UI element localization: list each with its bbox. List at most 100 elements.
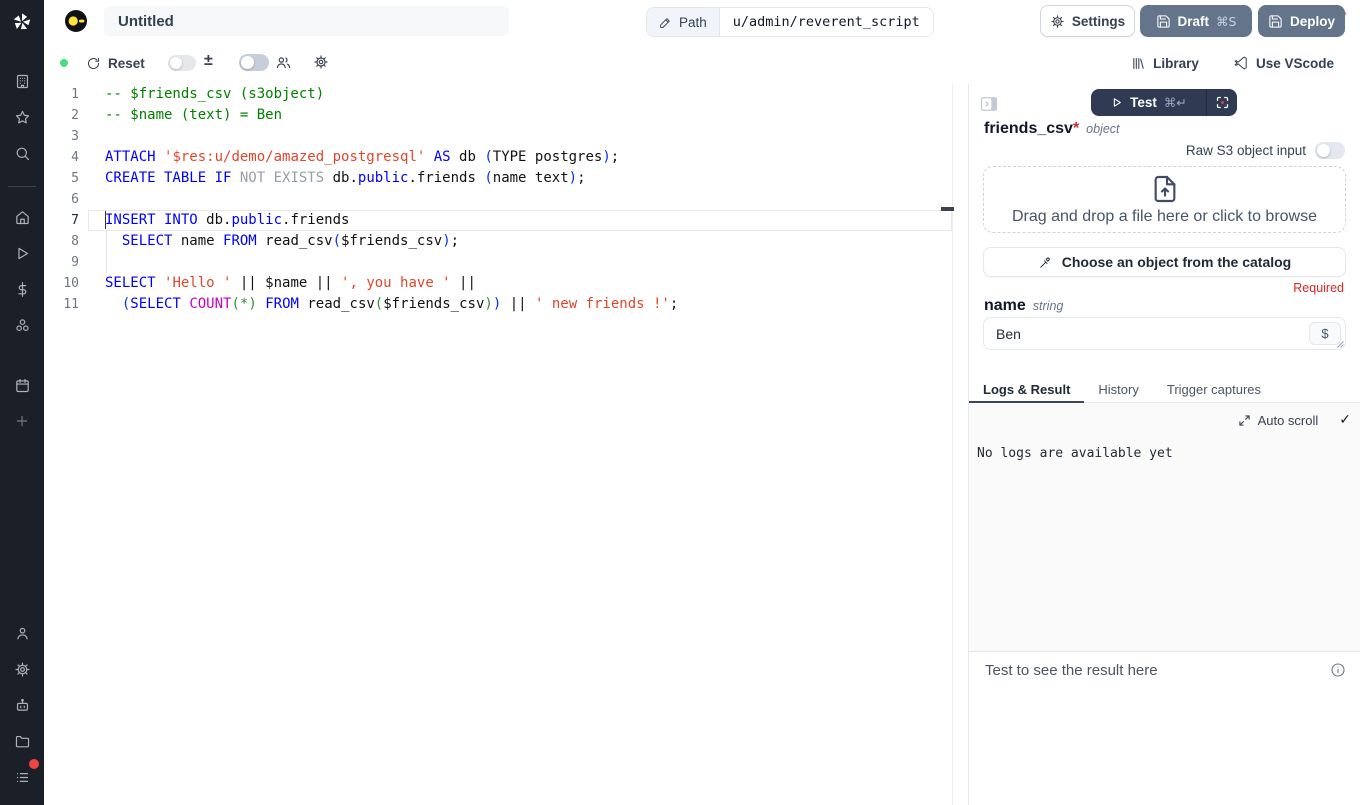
code-line[interactable]: 5CREATE TABLE IF NOT EXISTS db.public.fr…: [44, 168, 952, 189]
toolbar-right: Library Use VScode: [1131, 52, 1334, 74]
code-line[interactable]: 10SELECT 'Hello ' || $name || ', you hav…: [44, 273, 952, 294]
code-line[interactable]: 3: [44, 126, 952, 147]
result-tabs: Logs & ResultHistoryTrigger captures: [969, 377, 1360, 403]
script-title-field[interactable]: Untitled: [104, 6, 509, 36]
capture-button[interactable]: [1206, 89, 1237, 116]
folder-icon: [14, 733, 31, 750]
script-path[interactable]: u/admin/reverent_script: [720, 8, 933, 36]
draft-button[interactable]: Draft ⌘S: [1140, 5, 1252, 37]
code-line[interactable]: 8 SELECT name FROM read_csv($friends_csv…: [44, 231, 952, 252]
sidebar-item-folders[interactable]: [0, 723, 44, 759]
code-line[interactable]: 9: [44, 252, 952, 273]
gear-icon: [1050, 14, 1065, 29]
code-line[interactable]: 6: [44, 189, 952, 210]
auto-scroll-control[interactable]: Auto scroll ✓: [1238, 412, 1351, 428]
overview-ruler-cursor-mark: [941, 207, 954, 211]
info-icon[interactable]: [1330, 662, 1346, 678]
code-line[interactable]: 7INSERT INTO db.public.friends: [44, 210, 952, 231]
sidebar-item-home[interactable]: [0, 199, 44, 235]
arg-type: string: [1033, 299, 1064, 313]
auto-scroll-label: Auto scroll: [1258, 413, 1319, 428]
pipette-icon: [1038, 255, 1053, 270]
sidebar-item-favorites[interactable]: [0, 99, 44, 135]
line-number: 7: [44, 210, 88, 231]
tab-trigger-captures[interactable]: Trigger captures: [1153, 377, 1275, 403]
use-vscode-button[interactable]: Use VScode: [1233, 55, 1334, 71]
app-logo[interactable]: [0, 0, 44, 44]
name-input[interactable]: [984, 318, 1345, 349]
expand-icon: [1238, 414, 1251, 427]
test-button[interactable]: Test ⌘↵: [1091, 89, 1206, 116]
arg-name-header: name string: [984, 297, 1063, 315]
tab-history[interactable]: History: [1084, 377, 1152, 403]
gear-icon[interactable]: [313, 54, 329, 70]
plus-icon: [14, 413, 30, 429]
windmill-script-editor: Untitled Path u/admin/reverent_script Se…: [0, 0, 1360, 805]
diff-toggle[interactable]: [168, 55, 196, 71]
sidebar-item-create-new[interactable]: [0, 403, 44, 439]
code-line[interactable]: 2-- $name (text) = Ben: [44, 105, 952, 126]
result-placeholder: Test to see the result here: [985, 662, 1330, 679]
settings-button[interactable]: Settings: [1040, 5, 1135, 37]
use-vscode-label: Use VScode: [1256, 56, 1334, 71]
collapse-panel-button[interactable]: [979, 94, 999, 114]
resize-handle-icon[interactable]: [1335, 339, 1344, 348]
calendar-icon: [14, 377, 31, 394]
pencil-icon: [659, 16, 672, 29]
settings-label: Settings: [1072, 14, 1125, 29]
code-line[interactable]: 1-- $friends_csv (s3object): [44, 84, 952, 105]
reset-button[interactable]: Reset: [86, 52, 145, 74]
deploy-label: Deploy: [1290, 14, 1335, 29]
code-line[interactable]: 11 (SELECT COUNT(*) FROM read_csv($frien…: [44, 294, 952, 315]
multiplayer-toggle[interactable]: [239, 54, 269, 71]
deploy-button[interactable]: Deploy: [1258, 5, 1345, 37]
sidebar-item-ai-assistant[interactable]: [0, 687, 44, 723]
required-note: Required: [1293, 281, 1344, 295]
resources-icon: [14, 317, 31, 334]
save-icon: [1268, 14, 1283, 29]
path-group: Path u/admin/reverent_script: [646, 7, 934, 37]
home-icon: [14, 209, 31, 226]
capture-icon: [1215, 95, 1230, 110]
file-dropzone[interactable]: Drag and drop a file here or click to br…: [983, 166, 1346, 233]
arg-type: object: [1086, 122, 1119, 136]
robot-icon: [14, 697, 31, 714]
sidebar-item-variables[interactable]: [0, 271, 44, 307]
user-icon: [14, 625, 31, 642]
status-dot: [60, 59, 68, 67]
sidebar-item-workspace[interactable]: [0, 63, 44, 99]
indent-guide: [106, 231, 107, 273]
list-icon: [14, 769, 31, 786]
dollar-icon: [14, 281, 31, 298]
line-number: 10: [44, 273, 88, 294]
play-icon: [1110, 96, 1123, 109]
line-number: 1: [44, 84, 88, 105]
code-line[interactable]: 4ATTACH '$res:u/demo/amazed_postgresql' …: [44, 147, 952, 168]
sidebar-item-schedules[interactable]: [0, 367, 44, 403]
sidebar: [0, 0, 44, 805]
raw-s3-label: Raw S3 object input: [1186, 143, 1306, 158]
raw-s3-toggle[interactable]: [1315, 142, 1345, 159]
toggle-knob: [241, 56, 254, 69]
arg-friends-csv-header: friends_csv* object: [984, 120, 1120, 138]
sidebar-item-user[interactable]: [0, 615, 44, 651]
code-lines: 1-- $friends_csv (s3object)2-- $name (te…: [44, 84, 953, 805]
sidebar-item-runs[interactable]: [0, 235, 44, 271]
sidebar-item-resources[interactable]: [0, 307, 44, 343]
play-icon: [14, 245, 31, 262]
library-button[interactable]: Library: [1131, 56, 1199, 71]
path-button[interactable]: Path: [647, 8, 720, 36]
script-title: Untitled: [118, 13, 174, 30]
search-icon: [14, 145, 31, 162]
sidebar-item-settings[interactable]: [0, 651, 44, 687]
logs-area: Auto scroll ✓ No logs are available yet: [969, 403, 1360, 652]
choose-object-catalog-button[interactable]: Choose an object from the catalog: [983, 247, 1346, 277]
check-icon: ✓: [1339, 412, 1351, 428]
code-editor[interactable]: 1-- $friends_csv (s3object)2-- $name (te…: [44, 84, 969, 805]
line-number: 8: [44, 231, 88, 252]
library-label: Library: [1153, 56, 1199, 71]
sidebar-item-search[interactable]: [0, 135, 44, 171]
star-icon: [14, 109, 31, 126]
tab-logs-result[interactable]: Logs & Result: [969, 377, 1084, 403]
library-icon: [1131, 56, 1146, 71]
